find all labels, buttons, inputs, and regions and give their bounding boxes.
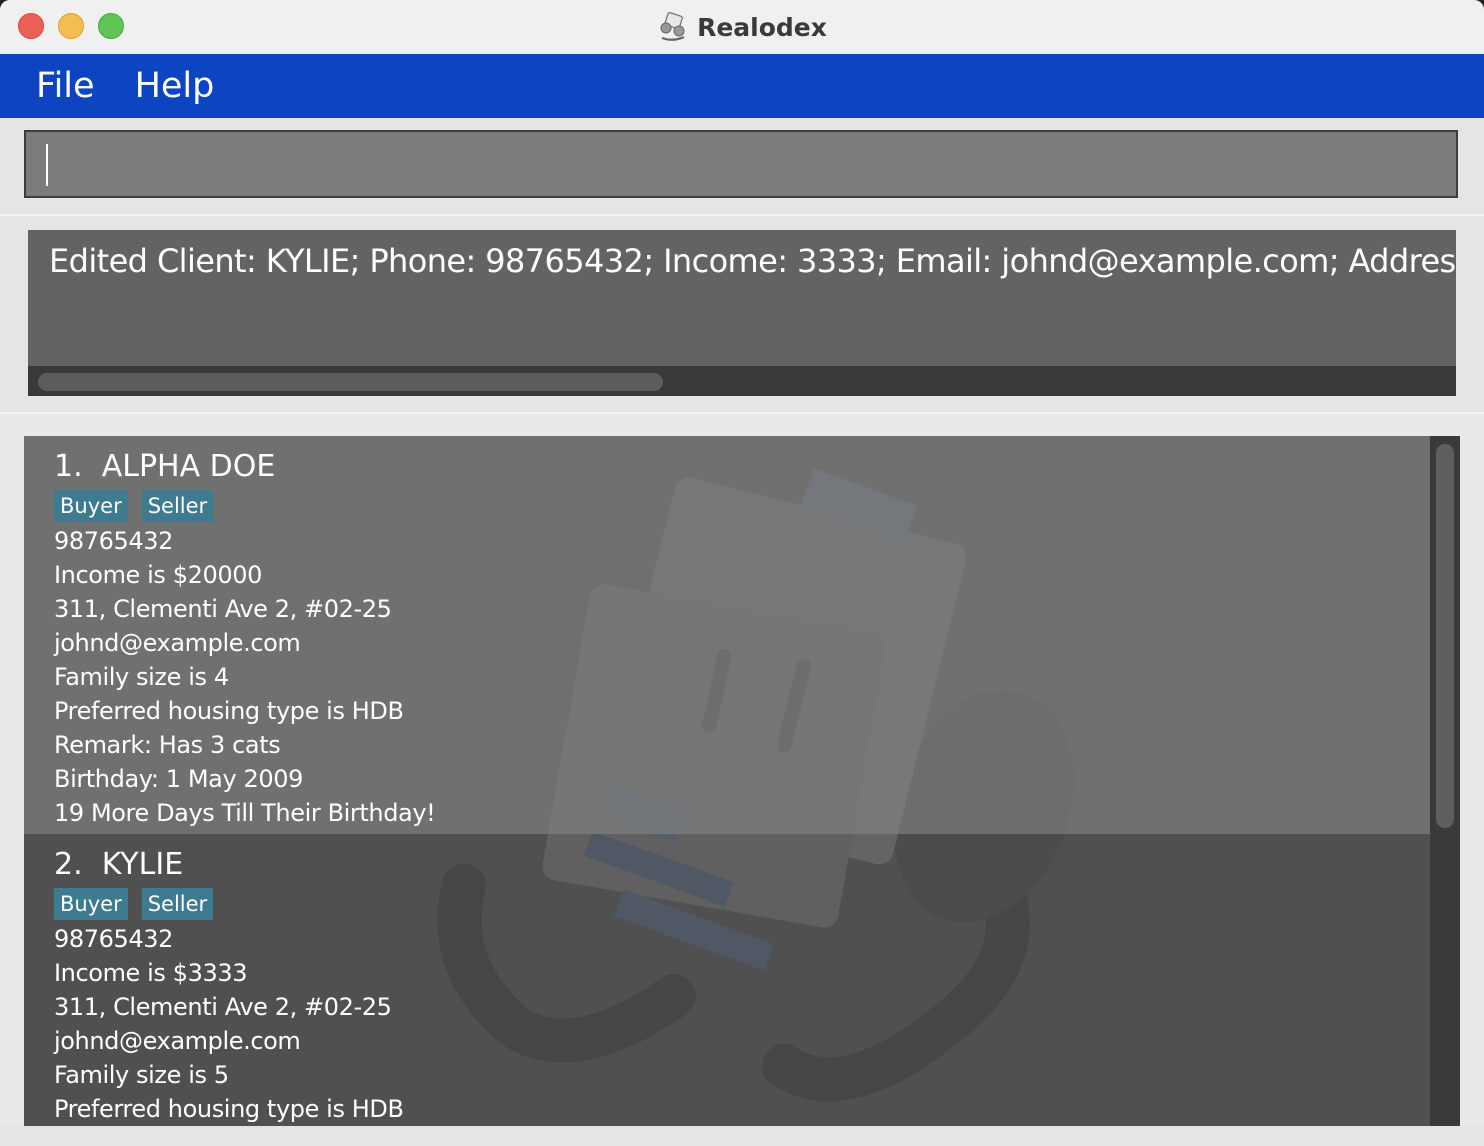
menu-file[interactable]: File [36, 66, 95, 106]
client-phone: 98765432 [54, 527, 173, 555]
horizontal-scrollbar-thumb[interactable] [38, 373, 663, 391]
result-message: Edited Client: KYLIE; Phone: 98765432; I… [49, 242, 1456, 280]
client-address: 311, Clementi Ave 2, #02-25 [54, 595, 392, 623]
client-tags: Buyer Seller [54, 490, 1400, 522]
command-input[interactable] [24, 130, 1458, 198]
menu-bar: File Help [0, 54, 1484, 118]
client-name-text: ALPHA DOE [101, 449, 276, 484]
client-birthday: Birthday: 1 May 2009 [54, 765, 303, 793]
client-index: 1. [54, 449, 83, 484]
tag-seller: Seller [141, 888, 214, 920]
client-family-size: Family size is 4 [54, 663, 229, 691]
client-tags: Buyer Seller [54, 888, 1400, 920]
text-caret [46, 144, 48, 186]
client-income: Income is $20000 [54, 561, 262, 589]
tag-seller: Seller [141, 490, 214, 522]
title-bar[interactable]: Realodex [0, 0, 1484, 55]
status-strip [0, 1126, 1484, 1146]
vertical-scrollbar[interactable] [1430, 436, 1460, 1126]
rolodex-icon [660, 12, 685, 41]
vertical-scrollbar-thumb[interactable] [1436, 444, 1454, 828]
result-display-area: Edited Client: KYLIE; Phone: 98765432; I… [0, 216, 1484, 414]
window-title-group: Realodex [0, 0, 1484, 54]
client-family-size: Family size is 5 [54, 1061, 229, 1089]
tag-buyer: Buyer [54, 888, 128, 920]
client-income: Income is $3333 [54, 959, 248, 987]
client-remark: Remark: Has 3 cats [54, 731, 281, 759]
client-housing-type: Preferred housing type is HDB [54, 1095, 404, 1123]
horizontal-scrollbar[interactable] [28, 366, 1456, 396]
tag-buyer: Buyer [54, 490, 128, 522]
client-list[interactable]: 1. ALPHA DOE Buyer Seller 98765432 Incom… [24, 436, 1460, 1126]
client-housing-type: Preferred housing type is HDB [54, 697, 404, 725]
client-name-text: KYLIE [101, 847, 184, 882]
client-card-1[interactable]: 1. ALPHA DOE Buyer Seller 98765432 Incom… [24, 436, 1430, 834]
window-title: Realodex [697, 12, 827, 42]
client-address: 311, Clementi Ave 2, #02-25 [54, 993, 392, 1021]
client-email: johnd@example.com [54, 629, 301, 657]
client-name: 1. ALPHA DOE [54, 446, 1400, 488]
client-card-2[interactable]: 2. KYLIE Buyer Seller 98765432 Income is… [24, 834, 1430, 1126]
client-name: 2. KYLIE [54, 844, 1400, 886]
command-box-area [0, 118, 1484, 216]
app-window: Realodex File Help Edited Client: KYLIE;… [0, 0, 1484, 1146]
client-email: johnd@example.com [54, 1027, 301, 1055]
client-index: 2. [54, 847, 83, 882]
client-phone: 98765432 [54, 925, 173, 953]
client-birthday-countdown: 19 More Days Till Their Birthday! [54, 799, 436, 827]
menu-help[interactable]: Help [135, 66, 215, 106]
result-display[interactable]: Edited Client: KYLIE; Phone: 98765432; I… [28, 230, 1456, 396]
